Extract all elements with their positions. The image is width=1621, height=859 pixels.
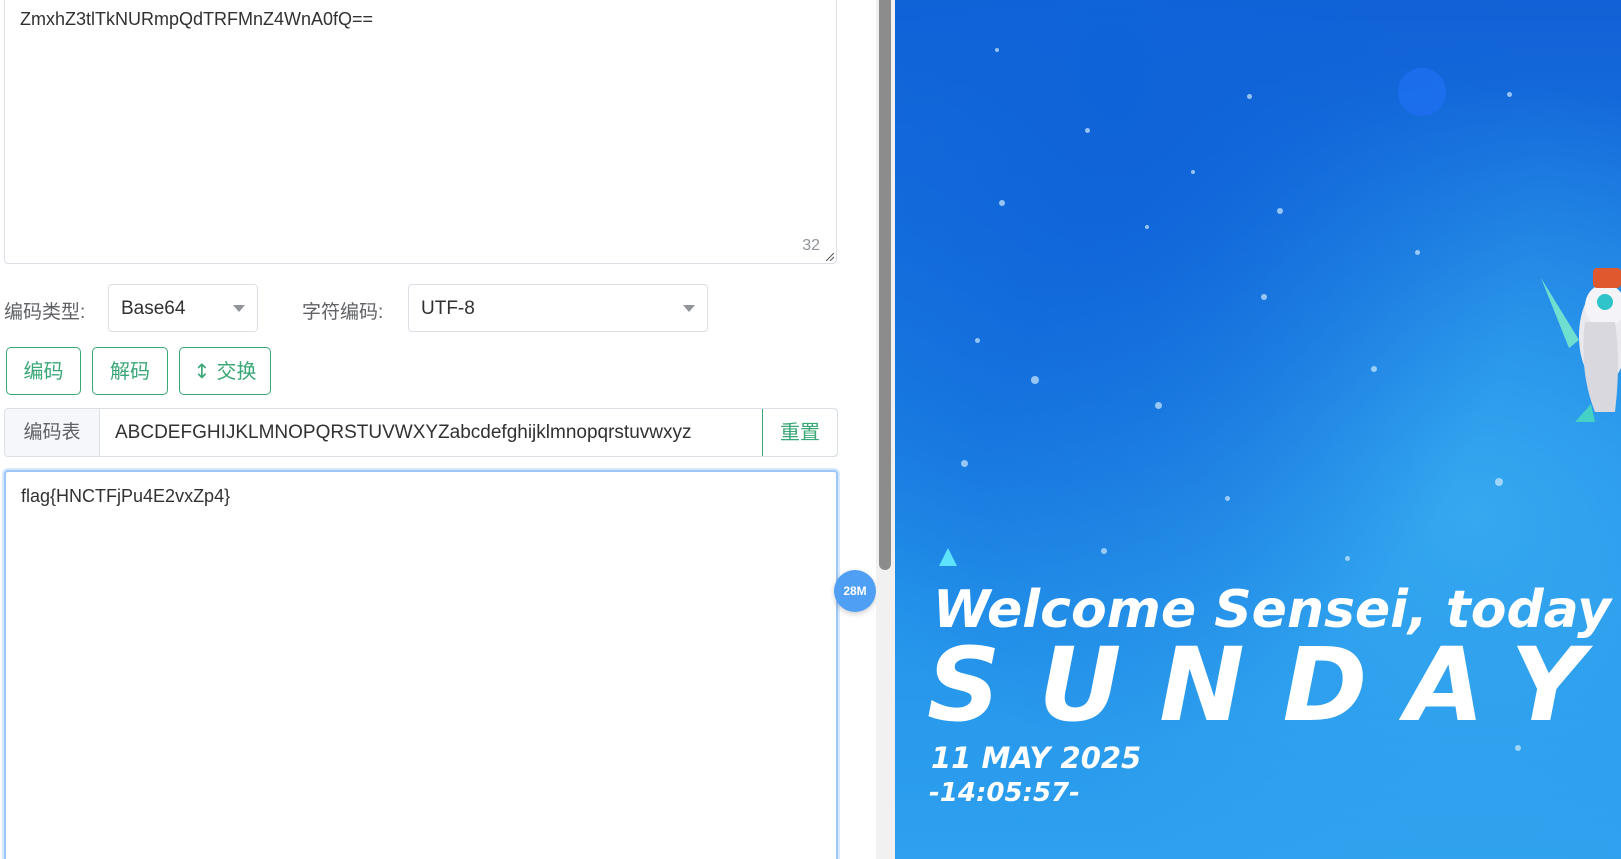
swap-button[interactable]: ↕ 交换 (179, 347, 271, 395)
action-buttons: 编码 解码 ↕ 交换 (0, 347, 852, 396)
scrollbar[interactable] (876, 0, 895, 859)
desktop-wallpaper: Welcome Sensei, today is: SUNDAY 11 MAY … (895, 0, 1621, 859)
input-textarea[interactable]: ZmxhZ3tlTkNURmpQdTRFMnZ4WnA0fQ== 32 (4, 0, 837, 264)
charset-label: 字符编码: (302, 302, 384, 323)
scrollbar-thumb[interactable] (879, 0, 891, 570)
output-textarea[interactable]: flag{HNCTFjPu4E2vxZp4} (4, 470, 838, 859)
encoder-panel: ZmxhZ3tlTkNURmpQdTRFMnZ4WnA0fQ== 32 编码类型… (0, 0, 852, 859)
resize-handle-icon[interactable] (824, 251, 834, 261)
date-text: 11 MAY 2025 (931, 741, 1142, 775)
orb-decoration (1398, 68, 1446, 116)
alphabet-table-row: 编码表 重置 (4, 408, 838, 457)
alphabet-table-input[interactable] (101, 409, 751, 456)
encode-type-label: 编码类型: (4, 302, 86, 323)
encode-button[interactable]: 编码 (6, 347, 81, 395)
char-count: 32 (802, 237, 820, 254)
charset-value: UTF-8 (421, 298, 475, 319)
chevron-down-icon (683, 305, 695, 312)
output-text: flag{HNCTFjPu4E2vxZp4} (21, 486, 231, 506)
memory-badge[interactable]: 28M (834, 570, 876, 612)
charset-select[interactable]: UTF-8 (408, 284, 708, 332)
encode-type-value: Base64 (121, 298, 186, 319)
options-row: 编码类型: Base64 字符编码: UTF-8 (0, 284, 852, 334)
character-illustration (1541, 268, 1621, 422)
screen: ZmxhZ3tlTkNURmpQdTRFMnZ4WnA0fQ== 32 编码类型… (0, 0, 1621, 859)
alphabet-table-label: 编码表 (5, 409, 100, 456)
input-text: ZmxhZ3tlTkNURmpQdTRFMnZ4WnA0fQ== (20, 9, 374, 29)
time-text: -14:05:57- (929, 778, 1080, 808)
decode-button[interactable]: 解码 (92, 347, 168, 395)
day-text: SUNDAY (927, 626, 1621, 745)
cursor-arrow-icon (939, 548, 957, 566)
encode-type-select[interactable]: Base64 (108, 284, 258, 332)
reset-button[interactable]: 重置 (762, 409, 837, 456)
chevron-down-icon (233, 305, 245, 312)
